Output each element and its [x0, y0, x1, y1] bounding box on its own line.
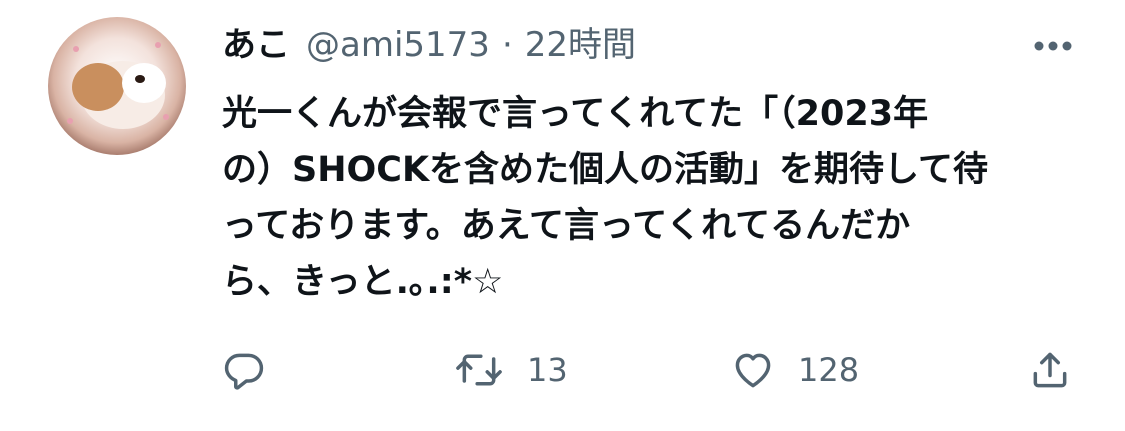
share-icon — [1033, 352, 1067, 388]
separator-dot: · — [501, 25, 513, 65]
tweet-text-line: っております。あえて言ってくれてるんだか — [222, 206, 911, 246]
tweet-text: 光一くんが会報で言ってくれてた「（2023年 の）SHOCKを含めた個人の活動」… — [222, 86, 1092, 310]
retweet-button[interactable]: 13 — [453, 348, 568, 392]
tweet-text-line: の）SHOCKを含めた個人の活動」を期待して待 — [222, 150, 989, 190]
retweet-icon — [456, 354, 502, 386]
user-handle[interactable]: @ami5173 — [306, 22, 490, 68]
tweet-text-line: ら、きっと.｡.:*☆ — [222, 262, 504, 302]
avatar[interactable] — [48, 17, 186, 155]
tweet-text-line: 光一くんが会報で言ってくれてた「（2023年 — [222, 94, 929, 134]
avatar-image — [67, 42, 169, 129]
more-icon — [1034, 41, 1072, 51]
timestamp[interactable]: 22時間 — [525, 22, 636, 68]
reply-button[interactable] — [222, 348, 266, 392]
retweet-count: 13 — [527, 351, 568, 389]
display-name[interactable]: あこ — [222, 22, 290, 68]
like-count: 128 — [798, 351, 860, 389]
like-button[interactable]: 128 — [730, 348, 859, 392]
tweet-header: あこ @ami5173 · 22時間 — [222, 22, 636, 68]
more-options-button[interactable] — [1031, 32, 1075, 60]
reply-icon — [224, 353, 264, 390]
heart-icon — [735, 353, 771, 388]
share-button[interactable] — [1028, 348, 1072, 392]
